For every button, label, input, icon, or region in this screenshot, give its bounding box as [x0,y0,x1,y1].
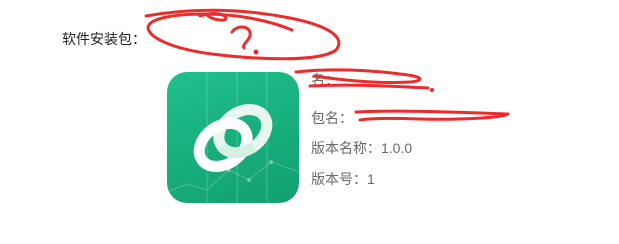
scribble-package-redaction [354,109,510,122]
version-name-value: 1.0.0 [381,140,413,156]
scribble-top-loop [144,8,341,61]
app-name-label: 名： [311,72,339,88]
app-name-row: 名： [311,70,339,90]
section-label-software-package: 软件安装包： [62,31,146,47]
version-code-row: 版本号：1 [311,169,375,189]
package-name-label: 包名： [311,110,353,126]
scribble-top-stroke [198,12,228,22]
version-code-label: 版本号： [311,171,367,187]
version-code-value: 1 [367,171,375,187]
version-name-label: 版本名称： [311,140,381,156]
package-name-row: 包名： [311,108,353,128]
version-name-row: 版本名称：1.0.0 [311,138,412,158]
question-mark-dot [253,49,259,55]
interlocking-rings-icon [167,72,299,203]
app-icon [167,72,299,203]
question-mark-scribble [230,25,252,50]
